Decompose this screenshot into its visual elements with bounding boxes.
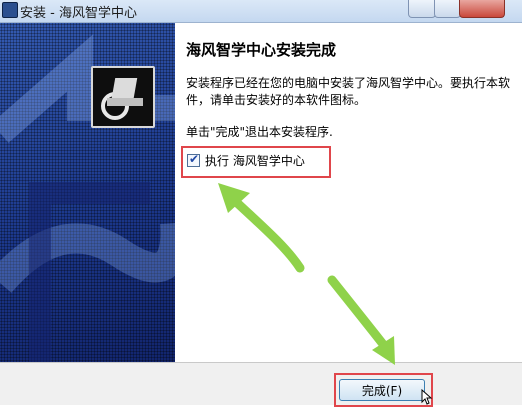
button-bar: 完成(F) <box>0 362 522 407</box>
exit-hint: 单击"完成"退出本安装程序. <box>186 125 333 139</box>
title-bar: 安装 - 海风智学中心 <box>0 0 522 23</box>
completion-description: 安装程序已经在您的电脑中安装了海风智学中心。要执行本软件，请单击安装好的本软件图… <box>186 76 511 107</box>
app-logo-icon <box>91 66 155 128</box>
checkbox-tick-icon: ✔ <box>189 152 200 166</box>
close-button[interactable] <box>459 0 505 18</box>
finish-button[interactable]: 完成(F) <box>339 379 425 401</box>
window-controls <box>408 0 508 18</box>
window-icon <box>2 2 18 18</box>
installer-content: 海风智学中心安装完成 安装程序已经在您的电脑中安装了海风智学中心。要执行本软件，… <box>175 23 522 362</box>
page-title: 海风智学中心安装完成 <box>186 41 337 59</box>
maximize-button[interactable] <box>434 0 461 18</box>
run-app-label[interactable]: 执行 海风智学中心 <box>205 152 305 169</box>
window-title: 安装 - 海风智学中心 <box>20 6 137 21</box>
run-app-checkbox[interactable]: ✔ <box>187 152 200 167</box>
mouse-cursor-icon <box>421 389 433 405</box>
installer-banner <box>0 23 175 362</box>
minimize-button[interactable] <box>408 0 436 18</box>
